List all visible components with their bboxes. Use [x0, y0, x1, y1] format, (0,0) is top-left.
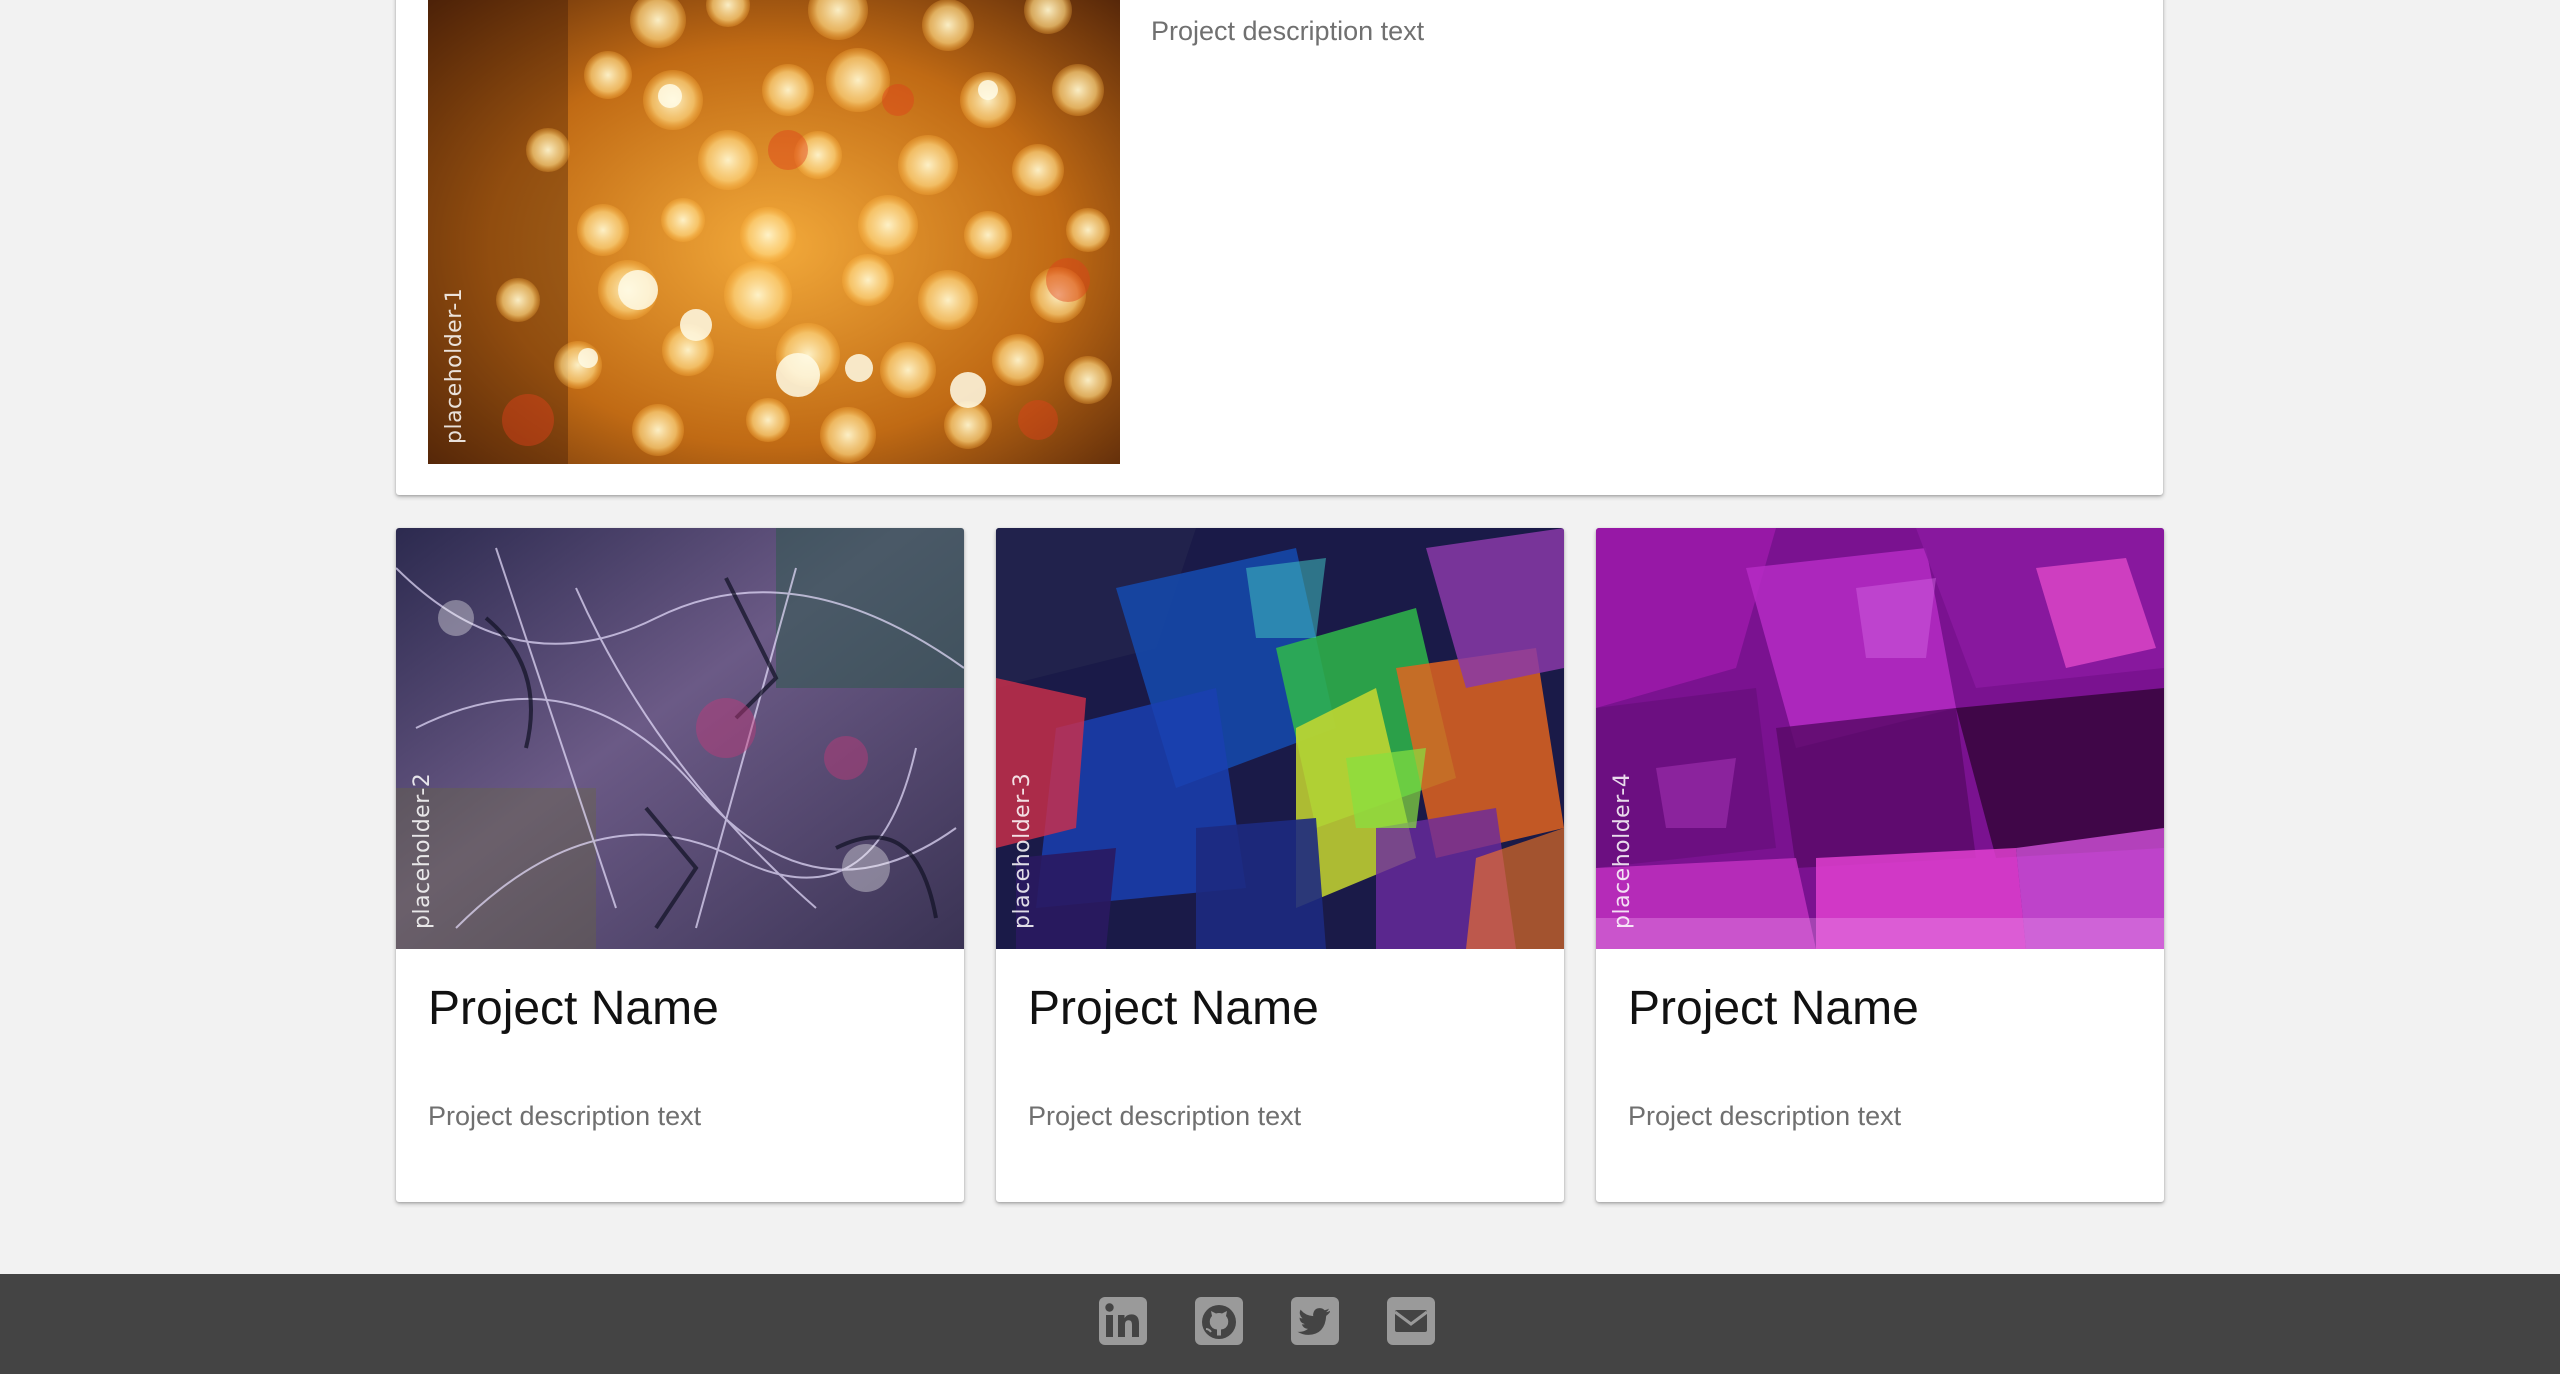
- bokeh-image: [428, 0, 1120, 464]
- abstract-image: [996, 528, 1564, 949]
- project-name: Project Name: [1028, 982, 1319, 1035]
- project-name: Project Name: [428, 982, 719, 1035]
- featured-project-image[interactable]: placeholder-1: [428, 0, 1120, 464]
- project-card[interactable]: placeholder-3 Project Name Project descr…: [996, 528, 1564, 1202]
- project-name: Project Name: [1628, 982, 1919, 1035]
- featured-project-card[interactable]: placeholder-1 Project description text: [396, 0, 2163, 495]
- image-placeholder-label: placeholder-1: [442, 287, 467, 444]
- twitter-icon[interactable]: [1290, 1296, 1340, 1346]
- image-placeholder-label: placeholder-4: [1610, 772, 1635, 929]
- portfolio-page: placeholder-1 Project description text p…: [0, 0, 2560, 1374]
- image-placeholder-label: placeholder-2: [410, 772, 435, 929]
- email-icon[interactable]: [1386, 1296, 1436, 1346]
- project-card[interactable]: placeholder-2 Project Name Project descr…: [396, 528, 964, 1202]
- abstract-image: [1596, 528, 2164, 949]
- image-placeholder-label: placeholder-3: [1010, 772, 1035, 929]
- abstract-image: [396, 528, 964, 949]
- project-image[interactable]: placeholder-3: [996, 528, 1564, 949]
- project-card[interactable]: placeholder-4 Project Name Project descr…: [1596, 528, 2164, 1202]
- footer: [0, 1274, 2560, 1374]
- project-image[interactable]: placeholder-2: [396, 528, 964, 949]
- linkedin-icon[interactable]: [1098, 1296, 1148, 1346]
- project-description: Project description text: [428, 1101, 702, 1131]
- project-image[interactable]: placeholder-4: [1596, 528, 2164, 949]
- social-links: [1098, 1296, 1436, 1346]
- project-description: Project description text: [1028, 1101, 1302, 1131]
- github-icon[interactable]: [1194, 1296, 1244, 1346]
- project-description: Project description text: [1628, 1101, 1902, 1131]
- project-description: Project description text: [1151, 16, 1425, 46]
